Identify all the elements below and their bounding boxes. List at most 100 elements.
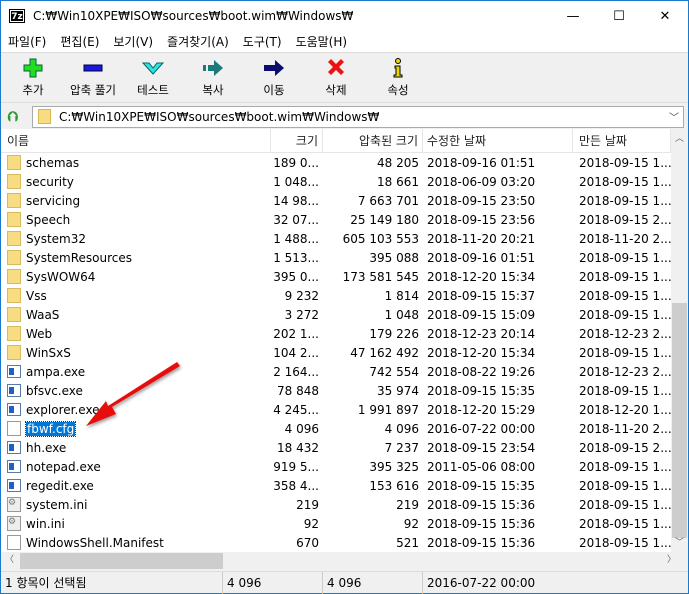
menu-item-3[interactable]: 즐겨찾기(A) (160, 33, 236, 50)
toolbar-label: 삭제 (325, 83, 347, 97)
horizontal-scrollbar[interactable]: 〈 〉 (1, 552, 688, 570)
toolbar-move-arrow-button[interactable]: 이동 (243, 53, 305, 102)
toolbar-info-button[interactable]: 속성 (367, 53, 429, 102)
file-packed-size: 18 661 (377, 174, 419, 189)
file-size: 92 (303, 516, 319, 531)
file-row[interactable]: hh.exe 18 432 7 237 2018-09-15 23:54 201… (1, 438, 671, 457)
file-row[interactable]: System32 1 488... 605 103 553 2018-11-20… (1, 229, 671, 248)
file-packed-size: 4 096 (384, 421, 419, 436)
file-created: 2018-09-15 1... (579, 155, 671, 170)
file-packed-size: 1 991 897 (357, 402, 419, 417)
file-packed-size: 605 103 553 (342, 231, 419, 246)
file-row[interactable]: WinSxS 104 2... 47 162 492 2018-12-20 15… (1, 343, 671, 362)
up-folder-icon[interactable]: ⮉ (1, 109, 25, 125)
toolbar-minus-button[interactable]: 압축 풀기 (63, 53, 123, 102)
close-button[interactable]: ✕ (642, 1, 688, 31)
toolbar-label: 테스트 (137, 83, 169, 97)
toolbar-label: 추가 (22, 83, 44, 97)
menu-item-1[interactable]: 편집(E) (53, 33, 106, 50)
file-size: 14 98... (273, 193, 319, 208)
status-size: 4 096 (223, 572, 323, 594)
column-header-size[interactable]: 크기 (271, 129, 323, 153)
file-row[interactable]: bfsvc.exe 78 848 35 974 2018-09-15 15:35… (1, 381, 671, 400)
file-icon (7, 421, 21, 436)
column-header-packed-size[interactable]: 압축된 크기 (323, 129, 423, 153)
file-size: 78 848 (277, 383, 319, 398)
file-row[interactable]: schemas 189 0... 48 205 2018-09-16 01:51… (1, 153, 671, 172)
file-packed-size: 179 226 (369, 326, 419, 341)
column-header-modified[interactable]: 수정한 날짜 (423, 129, 573, 153)
file-created: 2018-09-15 1... (579, 288, 671, 303)
file-created: 2018-11-20 2... (579, 231, 671, 246)
menu-item-0[interactable]: 파일(F) (1, 33, 53, 50)
file-modified: 2018-09-15 15:36 (427, 535, 536, 550)
toolbar-check-button[interactable]: 테스트 (123, 53, 183, 102)
file-name: security (26, 174, 74, 189)
file-size: 2 164... (273, 364, 319, 379)
file-name: notepad.exe (26, 459, 101, 474)
file-modified: 2018-09-15 15:36 (427, 497, 536, 512)
file-size: 4 096 (284, 421, 319, 436)
file-size: 32 07... (273, 212, 319, 227)
file-row[interactable]: explorer.exe 4 245... 1 991 897 2018-12-… (1, 400, 671, 419)
menu-item-2[interactable]: 보기(V) (106, 33, 160, 50)
file-row[interactable]: win.ini 92 92 2018-09-15 15:36 2018-09-1… (1, 514, 671, 533)
file-created: 2018-12-20 1... (579, 402, 671, 417)
toolbar-delete-x-button[interactable]: 삭제 (305, 53, 367, 102)
file-packed-size: 7 663 701 (357, 193, 419, 208)
info-icon (393, 58, 403, 78)
exe-icon (7, 441, 21, 454)
file-row[interactable]: Vss 9 232 1 814 2018-09-15 15:37 2018-09… (1, 286, 671, 305)
file-modified: 2018-09-15 15:35 (427, 478, 536, 493)
file-name: WaaS (26, 307, 60, 322)
file-size: 1 488... (273, 231, 319, 246)
file-size: 1 048... (273, 174, 319, 189)
file-modified: 2018-12-23 20:14 (427, 326, 536, 341)
check-icon (142, 62, 164, 75)
file-row[interactable]: WindowsShell.Manifest 670 521 2018-09-15… (1, 533, 671, 552)
file-row[interactable]: servicing 14 98... 7 663 701 2018-09-15 … (1, 191, 671, 210)
scroll-down-icon[interactable]: ﹀ (671, 535, 688, 552)
file-row[interactable]: ampa.exe 2 164... 742 554 2018-08-22 19:… (1, 362, 671, 381)
menu-item-5[interactable]: 도움말(H) (289, 33, 355, 50)
file-row[interactable]: SystemResources 1 513... 395 088 2018-09… (1, 248, 671, 267)
file-packed-size: 395 088 (369, 250, 419, 265)
file-packed-size: 25 149 180 (350, 212, 419, 227)
window: 7z C:₩Win10XPE₩ISO₩sources₩boot.wim₩Wind… (0, 0, 689, 594)
copy-arrow-icon (203, 60, 223, 76)
file-row[interactable]: WaaS 3 272 1 048 2018-09-15 15:09 2018-0… (1, 305, 671, 324)
chevron-down-icon[interactable]: ﹀ (669, 109, 679, 124)
column-header-created[interactable]: 만든 날짜 (573, 129, 671, 153)
status-date: 2016-07-22 00:00 (427, 576, 536, 590)
address-input[interactable]: C:₩Win10XPE₩ISO₩sources₩boot.wim₩Windows… (32, 105, 684, 128)
file-packed-size: 521 (396, 535, 419, 550)
minimize-button[interactable]: — (550, 1, 596, 31)
vertical-scrollbar[interactable]: ︿ ﹀ (671, 129, 688, 552)
maximize-button[interactable]: ☐ (596, 1, 642, 31)
scroll-up-icon[interactable]: ︿ (671, 131, 688, 148)
scroll-left-icon[interactable]: 〈 (1, 552, 18, 569)
horizontal-scroll-thumb[interactable] (20, 553, 223, 569)
file-row[interactable]: notepad.exe 919 5... 395 325 2011-05-06 … (1, 457, 671, 476)
file-row[interactable]: SysWOW64 395 0... 173 581 545 2018-12-20… (1, 267, 671, 286)
file-modified: 2018-12-20 15:34 (427, 345, 536, 360)
menu-item-4[interactable]: 도구(T) (236, 33, 289, 50)
file-icon (7, 535, 21, 550)
toolbar-plus-button[interactable]: 추가 (3, 53, 63, 102)
file-modified: 2016-07-22 00:00 (427, 421, 536, 436)
file-row[interactable]: regedit.exe 358 4... 153 616 2018-09-15 … (1, 476, 671, 495)
title-bar: 7z C:₩Win10XPE₩ISO₩sources₩boot.wim₩Wind… (1, 1, 688, 31)
file-row[interactable]: security 1 048... 18 661 2018-06-09 03:2… (1, 172, 671, 191)
7zip-app-icon: 7z (9, 9, 25, 23)
file-row[interactable]: Speech 32 07... 25 149 180 2018-09-15 23… (1, 210, 671, 229)
file-created: 2018-09-15 1... (579, 250, 671, 265)
vertical-scroll-thumb[interactable] (672, 303, 687, 538)
file-row[interactable]: Web 202 1... 179 226 2018-12-23 20:14 20… (1, 324, 671, 343)
file-packed-size: 1 048 (384, 307, 419, 322)
toolbar-copy-arrow-button[interactable]: 복사 (183, 53, 243, 102)
scroll-right-icon[interactable]: 〉 (663, 552, 680, 569)
file-row[interactable]: system.ini 219 219 2018-09-15 15:36 2018… (1, 495, 671, 514)
column-header-name[interactable]: 이름 (1, 129, 271, 153)
file-packed-size: 153 616 (369, 478, 419, 493)
file-row[interactable]: fbwf.cfg 4 096 4 096 2016-07-22 00:00 20… (1, 419, 671, 438)
